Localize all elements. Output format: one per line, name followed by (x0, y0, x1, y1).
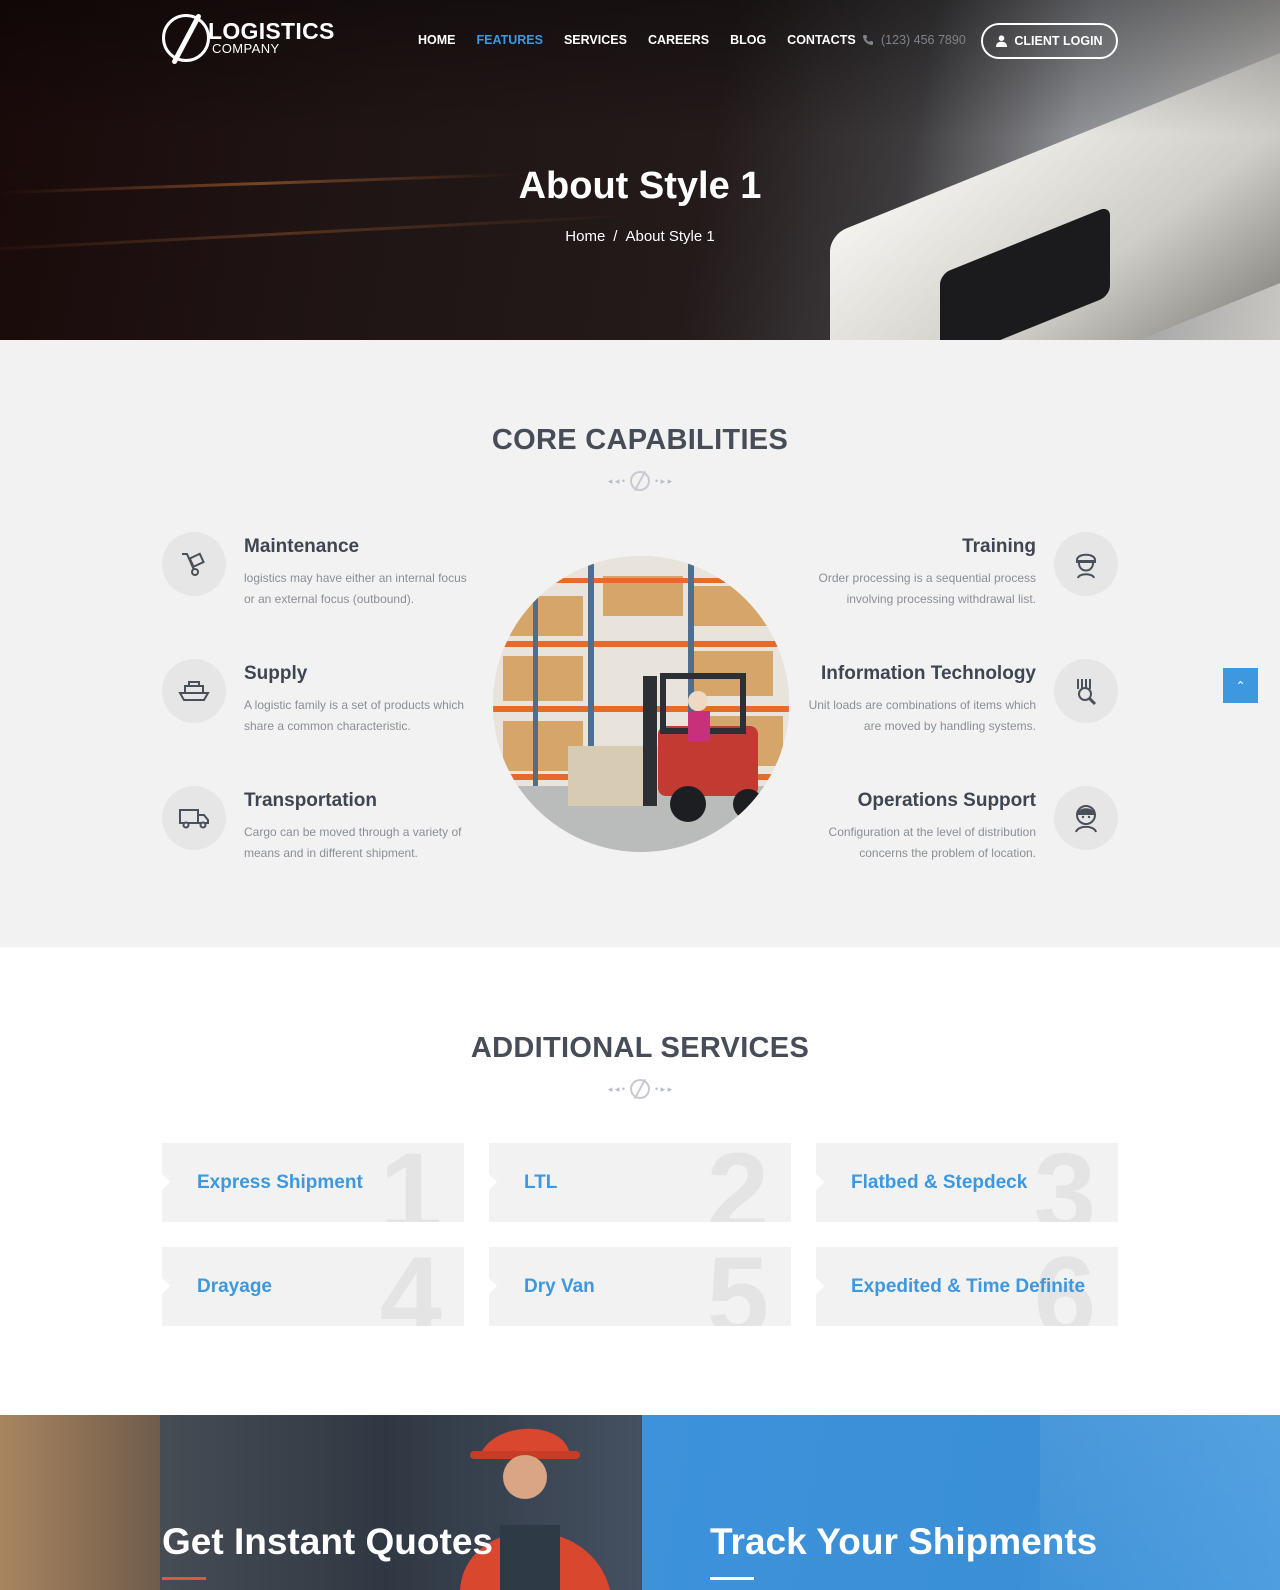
worker-icon (1054, 532, 1118, 596)
capability-title: Supply (244, 663, 308, 684)
user-icon (996, 35, 1008, 47)
service-number: 5 (706, 1247, 769, 1326)
nav-features[interactable]: FEATURES (477, 33, 543, 47)
compass-divider-icon (630, 471, 650, 491)
main-menu: HOME FEATURES SERVICES CAREERS BLOG CONT… (418, 33, 856, 47)
capability-title: Training (962, 536, 1036, 557)
service-card[interactable]: 6 Expedited & Time Definite (816, 1247, 1118, 1326)
service-label: Drayage (197, 1275, 272, 1297)
service-number: 3 (1033, 1143, 1096, 1222)
capability-text: Order processing is a sequential process… (818, 571, 1036, 606)
instant-quotes-title: Get Instant Quotes (162, 1521, 493, 1562)
service-number: 4 (379, 1247, 442, 1326)
phone-number-text: (123) 456 7890 (881, 33, 966, 47)
track-shipments-panel: Track Your Shipments (642, 1415, 1280, 1590)
delivery-worker-image (460, 1428, 610, 1590)
capability-text: Cargo can be moved through a variety of m… (244, 825, 462, 860)
site-logo[interactable]: LOGISTICS COMPANY (162, 12, 334, 68)
nav-home[interactable]: HOME (418, 33, 456, 47)
hand-truck-icon (162, 532, 226, 596)
barcode-search-icon (1054, 659, 1118, 723)
title-underline (710, 1577, 754, 1580)
page-title: About Style 1 (518, 165, 762, 207)
breadcrumb-home[interactable]: Home (565, 228, 605, 245)
additional-services-title: ADDITIONAL SERVICES (470, 1032, 810, 1064)
compass-divider-icon (630, 1079, 650, 1099)
service-label: Dry Van (524, 1275, 595, 1297)
support-agent-icon (1054, 786, 1118, 850)
service-label: LTL (524, 1171, 558, 1193)
capability-title: Maintenance (244, 536, 360, 557)
instant-quotes-panel: Get Instant Quotes (0, 1415, 642, 1590)
capability-text: Unit loads are combinations of items whi… (808, 698, 1036, 733)
warehouse-forklift-image (493, 556, 789, 852)
phone-icon (863, 35, 873, 45)
service-number: 1 (379, 1143, 442, 1222)
truck-icon (162, 786, 226, 850)
core-capabilities-title: CORE CAPABILITIES (491, 424, 789, 456)
capability-title: Transportation (244, 790, 378, 811)
hero-banner: LOGISTICS COMPANY HOME FEATURES SERVICES… (0, 0, 1280, 340)
client-login-label: CLIENT LOGIN (1014, 34, 1103, 48)
nav-services[interactable]: SERVICES (564, 33, 627, 47)
top-navigation: LOGISTICS COMPANY HOME FEATURES SERVICES… (0, 0, 1280, 84)
core-capabilities-section: CORE CAPABILITIES ◂ ◂ • • ▸ ▸ Maintenance… (0, 340, 1280, 947)
service-card[interactable]: 3 Flatbed & Stepdeck (816, 1143, 1118, 1222)
ship-icon (162, 659, 226, 723)
logo-text-secondary: COMPANY (212, 41, 280, 56)
capability-operations-support: Operations Support Configuration at the … (798, 786, 1118, 863)
service-label: Expedited & Time Definite (851, 1275, 1086, 1297)
service-number: 2 (706, 1143, 769, 1222)
capability-training: Training Order processing is a sequentia… (798, 532, 1118, 609)
capability-transportation: Transportation Cargo can be moved throug… (162, 786, 482, 863)
service-label: Express Shipment (197, 1171, 363, 1193)
scroll-to-top-button[interactable]: ⌃ (1223, 668, 1258, 703)
capability-supply: Supply A logistic family is a set of pro… (162, 659, 482, 736)
capability-title: Operations Support (857, 790, 1036, 811)
nav-contacts[interactable]: CONTACTS (787, 33, 856, 47)
capability-title: Information Technology (821, 663, 1036, 684)
breadcrumb: Home / About Style 1 (0, 228, 1280, 245)
title-underline (162, 1577, 206, 1580)
capability-text: Configuration at the level of distributi… (828, 825, 1036, 860)
client-login-button[interactable]: CLIENT LOGIN (981, 23, 1118, 59)
capability-maintenance: Maintenance logistics may have either an… (162, 532, 482, 609)
section-divider: ◂ ◂ • • ▸ ▸ (0, 471, 1280, 491)
track-shipments-title: Track Your Shipments (710, 1521, 1098, 1562)
capability-text: logistics may have either an internal fo… (244, 571, 467, 606)
breadcrumb-separator: / (613, 228, 618, 245)
service-card[interactable]: 1 Express Shipment (162, 1143, 464, 1222)
compass-logo-icon (162, 14, 210, 62)
breadcrumb-current: About Style 1 (625, 228, 715, 245)
capability-text: A logistic family is a set of products w… (244, 698, 465, 733)
service-card[interactable]: 5 Dry Van (489, 1247, 791, 1326)
service-label: Flatbed & Stepdeck (851, 1171, 1028, 1193)
nav-blog[interactable]: BLOG (730, 33, 766, 47)
nav-careers[interactable]: CAREERS (648, 33, 709, 47)
section-divider: ◂ ◂ • • ▸ ▸ (0, 1079, 1280, 1099)
phone-number[interactable]: (123) 456 7890 (862, 33, 966, 47)
service-card[interactable]: 2 LTL (489, 1143, 791, 1222)
service-card[interactable]: 4 Drayage (162, 1247, 464, 1326)
chevron-up-icon: ⌃ (1235, 678, 1246, 693)
capability-information-technology: Information Technology Unit loads are co… (798, 659, 1118, 736)
